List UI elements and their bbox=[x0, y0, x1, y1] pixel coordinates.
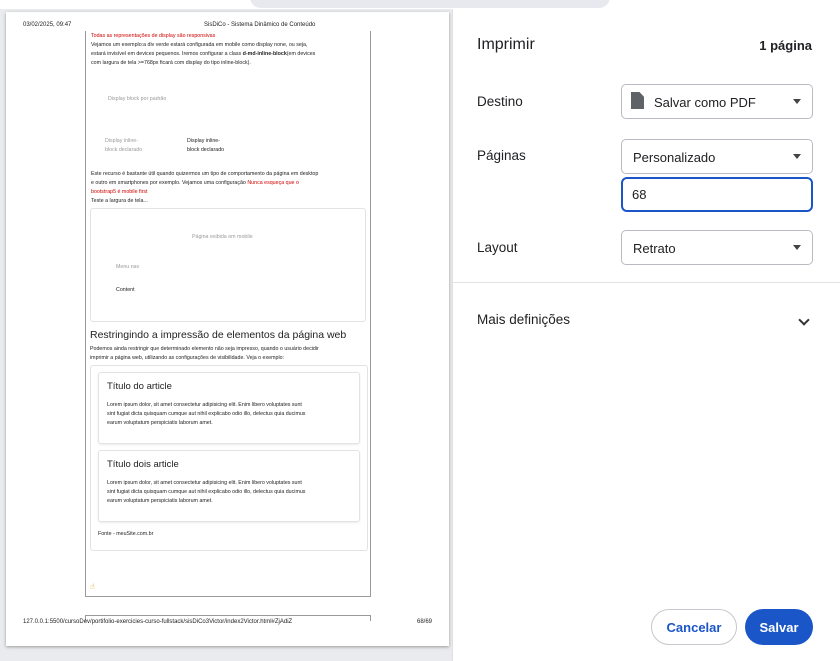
page-footer-number: 68/69 bbox=[416, 619, 432, 625]
paragraph-line: imprimir a página web, utilizando as con… bbox=[90, 355, 285, 361]
pages-select[interactable]: Personalizado bbox=[621, 139, 813, 174]
mobile-page-label: Página exibida em mobile bbox=[192, 234, 253, 240]
pointing-hand-icon: ☝ bbox=[90, 582, 95, 591]
paragraph-line: Podemos ainda restringir que determinado… bbox=[90, 346, 319, 352]
paragraph-line: Teste a largura de tela... bbox=[91, 198, 148, 204]
print-settings-panel: Imprimir 1 página Destino Salvar como PD… bbox=[452, 9, 840, 661]
destination-select[interactable]: Salvar como PDF bbox=[621, 84, 813, 119]
mobile-content-label: Content bbox=[116, 287, 135, 293]
article-text: earum voluptatum perspiciatis laborum am… bbox=[107, 498, 213, 504]
article-title: Título do article bbox=[107, 381, 172, 392]
demo-inline-1: Display inline- bbox=[187, 138, 220, 144]
mobile-menu-label: Menu nav bbox=[116, 264, 140, 270]
article-text: sint fugiat dicta quisquam cumque aut ni… bbox=[107, 489, 306, 495]
paragraph-line: estará invisível em devices pequenos. Ir… bbox=[91, 51, 316, 57]
demo-inline-light-2: block declarado bbox=[105, 147, 143, 153]
page-header-title: SisDiCo - Sistema Dinâmico de Conteúdo bbox=[204, 22, 316, 28]
custom-pages-input-box[interactable] bbox=[621, 177, 813, 212]
paragraph-line: Vejamos um exemplo:a div verde estará co… bbox=[91, 42, 308, 48]
chevron-down-icon[interactable] bbox=[798, 314, 810, 326]
page-count: 1 página bbox=[759, 38, 812, 53]
divider bbox=[453, 282, 840, 283]
responsive-note: Todas as representações de display são r… bbox=[91, 33, 216, 39]
article-text: earum voluptatum perspiciatis laborum am… bbox=[107, 420, 213, 426]
layout-value: Retrato bbox=[633, 241, 676, 256]
mobile-first-note: bootstrap5 é mobile first bbox=[91, 189, 148, 195]
preview-page: 03/02/2025, 09:47 SisDiCo - Sistema Dinâ… bbox=[6, 12, 449, 646]
pages-label: Páginas bbox=[477, 148, 526, 163]
source-text: Fonte - meuSite.com.br bbox=[98, 531, 154, 537]
caret-down-icon bbox=[793, 154, 801, 159]
page-content: Todas as representações de display são r… bbox=[85, 31, 371, 597]
document-icon bbox=[631, 92, 644, 109]
more-settings-toggle[interactable]: Mais definições bbox=[477, 312, 570, 327]
custom-pages-input[interactable] bbox=[632, 187, 802, 202]
destination-label: Destino bbox=[477, 94, 523, 109]
paragraph-line: com largura de tela >=768px ficará com d… bbox=[91, 60, 251, 66]
page-header-datetime: 03/02/2025, 09:47 bbox=[23, 22, 72, 28]
tab-strip-remnant bbox=[250, 0, 610, 8]
article-title: Título dois article bbox=[107, 459, 179, 470]
cancel-button[interactable]: Cancelar bbox=[651, 609, 737, 645]
paragraph-line: e outro em smartphones por exemplo. Veja… bbox=[91, 180, 299, 186]
layout-select[interactable]: Retrato bbox=[621, 230, 813, 265]
demo-inline-light-1: Display inline- bbox=[105, 138, 138, 144]
mobile-demo-box: Página exibida em mobile Menu nav Conten… bbox=[90, 208, 366, 322]
articles-container: Título do article Lorem ipsum dolor, sit… bbox=[90, 365, 368, 551]
caret-down-icon bbox=[793, 99, 801, 104]
section-title: Restringindo a impressão de elementos da… bbox=[90, 329, 347, 341]
article-text: sint fugiat dicta quisquam cumque aut ni… bbox=[107, 411, 306, 417]
destination-value: Salvar como PDF bbox=[654, 95, 756, 110]
page-footer-url: 127.0.0.1:5500/cursoDev/portifolio-exerc… bbox=[23, 619, 293, 625]
browser-top-strip bbox=[0, 0, 840, 9]
article-card: Título do article Lorem ipsum dolor, sit… bbox=[98, 372, 360, 444]
layout-label: Layout bbox=[477, 240, 518, 255]
save-button[interactable]: Salvar bbox=[745, 609, 813, 645]
print-title: Imprimir bbox=[477, 36, 535, 53]
demo-inline-2: block declarado bbox=[187, 147, 225, 153]
print-preview[interactable]: 03/02/2025, 09:47 SisDiCo - Sistema Dinâ… bbox=[0, 9, 452, 661]
article-card: Título dois article Lorem ipsum dolor, s… bbox=[98, 450, 360, 522]
pages-value: Personalizado bbox=[633, 150, 716, 165]
article-text: Lorem ipsum dolor, sit amet consectetur … bbox=[107, 402, 302, 408]
caret-down-icon bbox=[793, 245, 801, 250]
paragraph-line: Este recurso é bastante útil quando quiz… bbox=[91, 171, 319, 177]
demo-block-label: Display block por padrão bbox=[108, 96, 167, 102]
article-text: Lorem ipsum dolor, sit amet consectetur … bbox=[107, 480, 302, 486]
